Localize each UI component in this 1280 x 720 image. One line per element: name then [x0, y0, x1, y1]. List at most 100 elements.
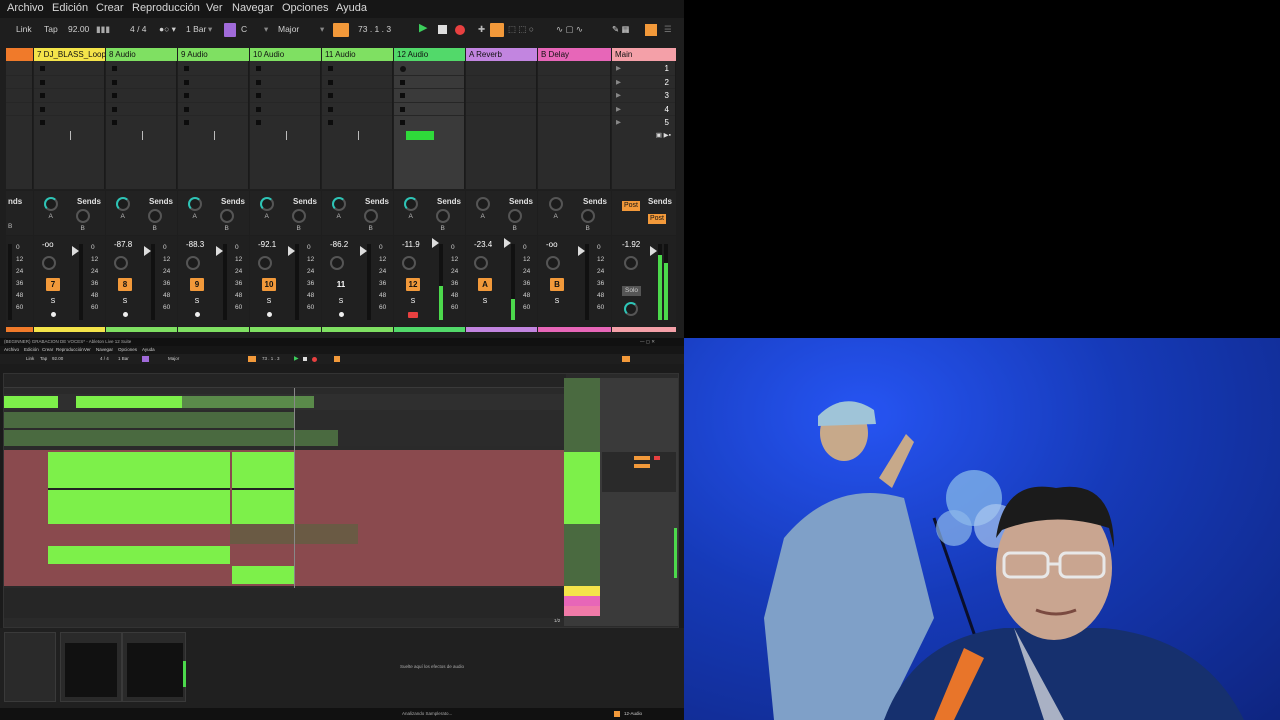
track-8-volume-fader[interactable] [578, 246, 585, 256]
track-7-solo-button[interactable]: S [480, 298, 490, 305]
post-button-a[interactable]: Post [622, 201, 641, 211]
send-b-knob[interactable] [75, 209, 90, 223]
mini-follow-button[interactable] [248, 356, 256, 362]
link-button[interactable]: Link [16, 24, 32, 34]
clip-stop-button[interactable] [328, 93, 333, 98]
track-6-pan-knob[interactable] [402, 256, 416, 270]
track-2-volume[interactable]: -87.8 [114, 240, 132, 249]
clip-stop-button[interactable] [256, 66, 261, 71]
track-2-header[interactable]: 8 Audio [106, 48, 177, 61]
mini-menu-navegar[interactable]: Navegar [96, 347, 113, 352]
track-8-clip-slots[interactable] [538, 61, 611, 189]
mini-signature-field[interactable]: 4 / 4 [100, 356, 109, 361]
clip-vocal-1[interactable] [48, 452, 230, 524]
scene-launch-icon[interactable]: ▶ [616, 78, 621, 86]
clip-stop-button[interactable] [184, 120, 189, 125]
clip-stop-button[interactable] [400, 106, 405, 112]
track-6-arm-dot[interactable] [408, 312, 418, 318]
mini-menu-archivo[interactable]: Archivo [4, 347, 19, 352]
clip-stop-button[interactable] [328, 79, 333, 85]
track-6-volume-fader[interactable] [432, 238, 439, 248]
clip-stop-button[interactable] [256, 93, 261, 98]
track-2-arm-dot[interactable] [123, 312, 128, 317]
overflow-menu-icon[interactable]: ☰ [664, 24, 672, 35]
song-position-field[interactable]: 73 . 1 . 3 [358, 24, 391, 34]
clip-a[interactable] [4, 396, 58, 408]
track-2-solo-button[interactable]: S [120, 298, 130, 305]
track-5-arm-dot[interactable] [339, 312, 344, 317]
track-3-arm-dot[interactable] [195, 312, 200, 317]
clip-stop-button[interactable] [256, 120, 261, 125]
clip-stop-button[interactable] [184, 93, 189, 98]
clip-stop-button[interactable] [256, 106, 261, 112]
send-b-knob[interactable] [291, 209, 306, 223]
clip-stop-button[interactable] [40, 106, 45, 112]
clip-stop-button[interactable] [328, 120, 333, 125]
clip-d[interactable] [4, 412, 294, 428]
track-1-clip-slots[interactable] [34, 61, 105, 189]
post-button-b[interactable]: Post [648, 214, 667, 224]
mini-quantize-select[interactable]: 1 Bar [118, 356, 129, 361]
track-stop-marker[interactable] [357, 131, 359, 140]
track-5-clip-slots[interactable] [322, 61, 393, 189]
scene-5-label[interactable]: 5 [665, 118, 669, 127]
loop-tools-icon[interactable]: ⬚ ⬚ ○ [508, 24, 534, 35]
clip-stop-button[interactable] [184, 106, 189, 112]
clip-stop-button[interactable] [112, 66, 117, 71]
track-9-clip-slots[interactable]: 1 ▶ 2 ▶ 3 ▶ 4 ▶ 5 ▶ ▣ ▶▪ [612, 61, 676, 189]
device-1[interactable] [60, 632, 122, 702]
track-2-pan-knob[interactable] [114, 256, 128, 270]
mini-play-icon[interactable]: ▶ [294, 355, 299, 362]
track-0-clip-slots[interactable] [6, 61, 33, 189]
track-8-activator-button[interactable]: B [550, 278, 564, 291]
stop-icon[interactable] [438, 25, 447, 34]
menu-navegar[interactable]: Navegar [232, 2, 274, 14]
clip-vocal-3[interactable] [48, 546, 230, 564]
track-8-header[interactable]: B Delay [538, 48, 611, 61]
clip-stop-button[interactable] [328, 106, 333, 112]
clip-e[interactable] [4, 430, 338, 446]
send-b-knob[interactable] [435, 209, 450, 223]
window-controls-icon[interactable]: — ▢ ✕ [640, 339, 655, 345]
scene-3-label[interactable]: 3 [665, 91, 669, 100]
track-8-volume[interactable]: -oo [546, 240, 558, 249]
send-a-knob[interactable] [187, 197, 202, 211]
mini-arm-button[interactable] [334, 356, 340, 362]
track-lane-bottom[interactable] [4, 588, 566, 618]
clip-playing-dot[interactable] [400, 66, 406, 72]
clip-stop-button[interactable] [184, 66, 189, 71]
track-1-activator-button[interactable]: 7 [46, 278, 60, 291]
clip-stop-button[interactable] [40, 66, 45, 71]
track-stop-marker[interactable] [141, 131, 143, 140]
send-a-knob[interactable] [43, 197, 58, 211]
clip-stop-button[interactable] [40, 79, 45, 85]
track-5-volume-fader[interactable] [360, 246, 367, 256]
main-pan-knob[interactable] [624, 256, 638, 270]
mini-key-toggle[interactable] [142, 356, 149, 362]
automation-arm-button[interactable] [490, 23, 504, 37]
send-b-knob[interactable] [507, 209, 522, 223]
track-header-pink[interactable] [564, 596, 600, 606]
send-b-knob[interactable] [363, 209, 378, 223]
track-header-green-1[interactable] [564, 378, 600, 416]
quantize-select[interactable]: 1 Bar [186, 24, 206, 34]
scene-launch-icon[interactable]: ▶ [616, 91, 621, 99]
send-a-knob[interactable] [548, 197, 563, 211]
send-a-knob[interactable] [115, 197, 130, 211]
timeline-ruler[interactable] [4, 374, 566, 388]
track-3-volume-fader[interactable] [216, 246, 223, 256]
clip-vocal-2[interactable] [232, 452, 294, 524]
clip-stop-button[interactable] [328, 66, 333, 71]
overdub-icon[interactable]: ✚ [478, 24, 485, 35]
scene-launch-icon[interactable]: ▶ [616, 105, 621, 113]
track-3-pan-knob[interactable] [186, 256, 200, 270]
scale-select[interactable]: Major [278, 24, 299, 34]
menu-opciones[interactable]: Opciones [282, 2, 328, 14]
track-5-activator-button[interactable]: 11 [334, 278, 348, 291]
quantize-chevron-icon[interactable]: ▾ [208, 24, 212, 35]
track-4-volume[interactable]: -92.1 [258, 240, 276, 249]
main-cue-knob[interactable] [624, 302, 638, 316]
track-1-volume-fader[interactable] [72, 246, 79, 256]
track-3-clip-slots[interactable] [178, 61, 249, 189]
mini-menu-edicion[interactable]: Edición [24, 347, 39, 352]
